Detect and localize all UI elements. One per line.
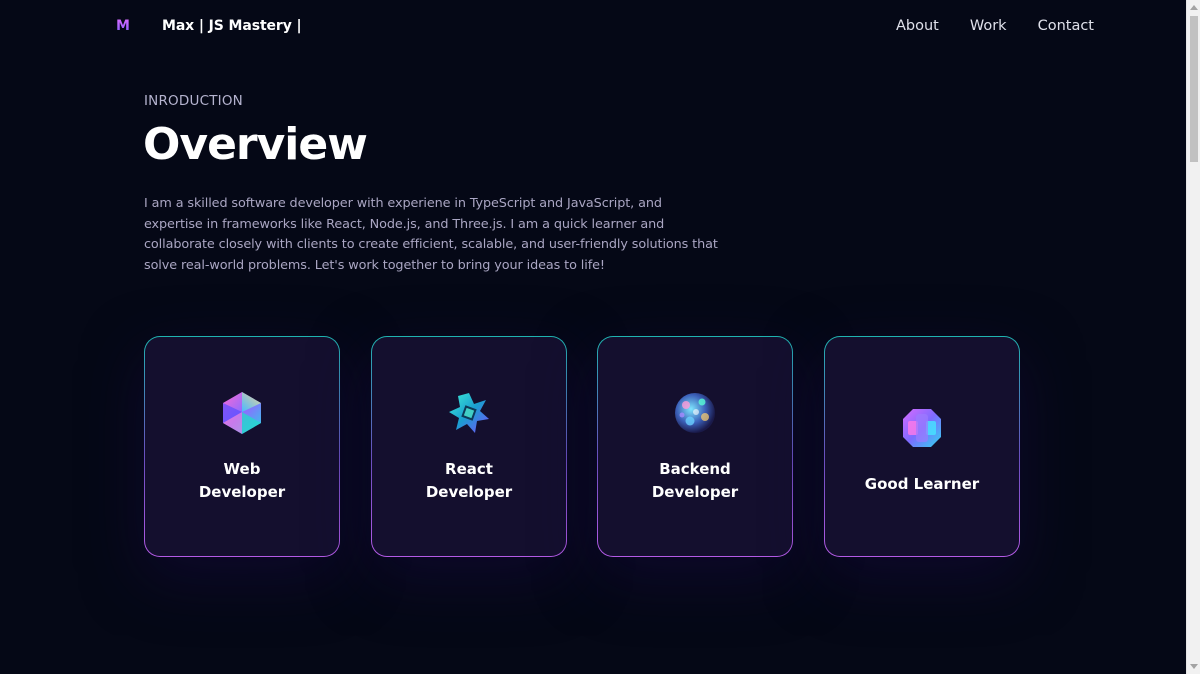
intro-paragraph: I am a skilled software developer with e…	[144, 196, 718, 273]
scroll-thumb[interactable]	[1190, 16, 1198, 162]
navbar: M Max | JS Mastery | About Work Contact	[0, 0, 1186, 52]
card-inner: Backend Developer	[598, 337, 792, 556]
card-inner: Web Developer	[145, 337, 339, 556]
card-inner: Good Learner	[825, 337, 1019, 556]
vertical-scrollbar[interactable]	[1186, 0, 1200, 674]
card-inner: React Developer	[372, 337, 566, 556]
service-cards: Web Developer React Developer Backend De…	[144, 336, 1020, 557]
scroll-down-arrow-icon[interactable]	[1190, 664, 1198, 669]
logo-mark[interactable]: M	[116, 17, 130, 35]
crystal-icosahedron-icon	[223, 391, 261, 434]
scroll-up-arrow-icon[interactable]	[1190, 5, 1198, 10]
service-card-good-learner[interactable]: Good Learner	[824, 336, 1020, 557]
nav-link-about[interactable]: About	[896, 16, 939, 36]
nav-link-work[interactable]: Work	[970, 16, 1007, 36]
brand-name[interactable]: Max | JS Mastery |	[162, 17, 302, 35]
section-kicker: INRODUCTION	[144, 93, 243, 109]
card-title: Good Learner	[864, 475, 980, 493]
card-title: Web Developer	[198, 459, 286, 501]
nav-links: About Work Contact	[896, 16, 1094, 36]
card-title: React Developer	[425, 459, 513, 501]
puzzle-shape-icon	[903, 409, 941, 447]
nav-link-contact[interactable]: Contact	[1038, 16, 1094, 36]
service-card-backend-developer[interactable]: Backend Developer	[597, 336, 793, 557]
sphere-orb-icon	[675, 392, 715, 433]
service-card-react-developer[interactable]: React Developer	[371, 336, 567, 557]
card-title: Backend Developer	[651, 459, 739, 501]
cube-star-icon	[449, 392, 489, 433]
service-card-web-developer[interactable]: Web Developer	[144, 336, 340, 557]
section-title: Overview	[143, 119, 368, 170]
